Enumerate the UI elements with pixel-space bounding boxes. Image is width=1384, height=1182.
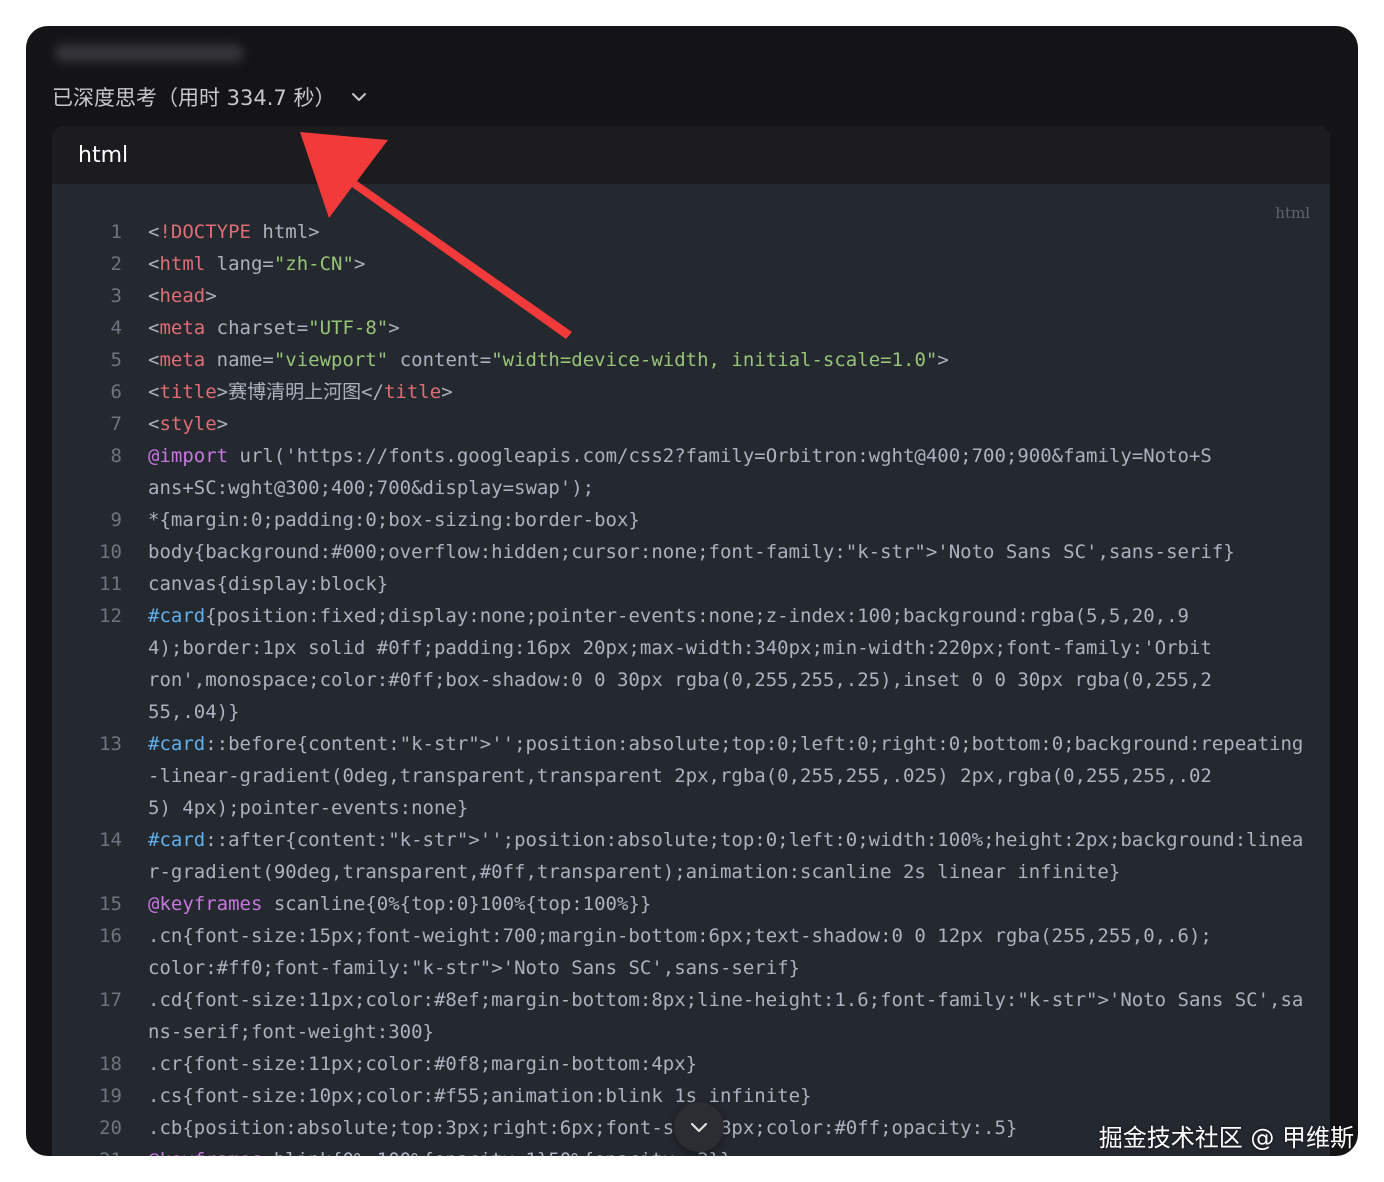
code-body[interactable]: 1 <!DOCTYPE html> 2 <html lang="zh-CN"> 3 <he… xyxy=(52,216,1330,1156)
code-line: 7 <style> xyxy=(52,408,1330,440)
code-line: 10 body{background:#000;overflow:hidden;c… xyxy=(52,536,1330,568)
code-text: ron',monospace;color:#0ff;box-shadow:0 0… xyxy=(148,669,1212,691)
line-number: 18 xyxy=(99,1053,122,1075)
code-text: 5) 4px);pointer-events:none} xyxy=(148,797,469,819)
code-line: ans+SC:wght@300;400;700&display=swap'); xyxy=(52,472,1330,504)
code-line: 3 <head> xyxy=(52,280,1330,312)
code-block-header: html xyxy=(52,126,1330,184)
code-text: <style> xyxy=(148,413,229,435)
blurred-title xyxy=(54,44,244,62)
code-line: 1 <!DOCTYPE html> xyxy=(52,216,1330,248)
code-line: 11 canvas{display:block} xyxy=(52,568,1330,600)
code-text: #card::before{content:"k-str">'';positio… xyxy=(148,733,1304,755)
code-line: 4 <meta charset="UTF-8"> xyxy=(52,312,1330,344)
code-text: .cn{font-size:15px;font-weight:700;margi… xyxy=(148,925,1212,947)
code-line: 13 #card::before{content:"k-str">'';posit… xyxy=(52,728,1330,760)
line-number xyxy=(52,1016,148,1048)
line-number: 8 xyxy=(110,445,122,467)
line-number: 12 xyxy=(99,605,122,627)
line-number: 3 xyxy=(110,285,122,307)
code-text: color:#ff0;font-family:"k-str">'Noto San… xyxy=(148,957,801,979)
code-line: 12 #card{position:fixed;display:none;poin… xyxy=(52,600,1330,632)
line-number: 20 xyxy=(99,1117,122,1139)
line-number xyxy=(52,856,148,888)
code-text: #card::after{content:"k-str">'';position… xyxy=(148,829,1304,851)
line-number: 10 xyxy=(99,541,122,563)
line-number: 19 xyxy=(99,1085,122,1107)
code-line: 55,.04)} xyxy=(52,696,1330,728)
code-line: color:#ff0;font-family:"k-str">'Noto San… xyxy=(52,952,1330,984)
line-number xyxy=(52,952,148,984)
line-number: 9 xyxy=(110,509,122,531)
code-line: 14 #card::after{content:"k-str">'';positi… xyxy=(52,824,1330,856)
code-text: .cr{font-size:11px;color:#0f8;margin-bot… xyxy=(148,1053,698,1075)
line-number: 15 xyxy=(99,893,122,915)
line-number xyxy=(52,632,148,664)
line-number: 16 xyxy=(99,925,122,947)
line-number: 2 xyxy=(110,253,122,275)
code-text: <html lang="zh-CN"> xyxy=(148,253,366,275)
line-number: 13 xyxy=(99,733,122,755)
code-text: <meta charset="UTF-8"> xyxy=(148,317,400,339)
code-text: <!DOCTYPE html> xyxy=(148,221,320,243)
code-line: r-gradient(90deg,transparent,#0ff,transp… xyxy=(52,856,1330,888)
code-text: #card{position:fixed;display:none;pointe… xyxy=(148,605,1189,627)
chevron-down-icon xyxy=(352,93,367,101)
line-number xyxy=(52,760,148,792)
code-text: @import url('https://fonts.googleapis.co… xyxy=(148,445,1212,467)
code-text: .cd{font-size:11px;color:#8ef;margin-bot… xyxy=(148,989,1304,1011)
code-text: canvas{display:block} xyxy=(148,573,389,595)
line-number xyxy=(52,696,148,728)
line-number xyxy=(52,664,148,696)
line-number: 6 xyxy=(110,381,122,403)
line-number xyxy=(52,792,148,824)
line-number: 17 xyxy=(99,989,122,1011)
code-text: body{background:#000;overflow:hidden;cur… xyxy=(148,541,1235,563)
chevron-down-icon xyxy=(690,1122,708,1133)
code-text: <title>赛博清明上河图</title> xyxy=(148,381,453,403)
line-number: 7 xyxy=(110,413,122,435)
code-text: -linear-gradient(0deg,transparent,transp… xyxy=(148,765,1212,787)
code-text: ans+SC:wght@300;400;700&display=swap'); xyxy=(148,477,595,499)
code-line: 2 <html lang="zh-CN"> xyxy=(52,248,1330,280)
code-text: r-gradient(90deg,transparent,#0ff,transp… xyxy=(148,861,1121,883)
code-text: ns-serif;font-weight:300} xyxy=(148,1021,434,1043)
code-line: 18 .cr{font-size:11px;color:#0f8;margin-b… xyxy=(52,1048,1330,1080)
code-text: 4);border:1px solid #0ff;padding:16px 20… xyxy=(148,637,1212,659)
code-text: @keyframes scanline{0%{top:0}100%{top:10… xyxy=(148,893,652,915)
scroll-down-button[interactable] xyxy=(674,1102,724,1152)
code-line: 17 .cd{font-size:11px;color:#8ef;margin-b… xyxy=(52,984,1330,1016)
code-line: ns-serif;font-weight:300} xyxy=(52,1016,1330,1048)
code-text: <meta name="viewport" content="width=dev… xyxy=(148,349,949,371)
line-number: 14 xyxy=(99,829,122,851)
code-block: html html 1 <!DOCTYPE html> 2 <html lang="z… xyxy=(52,126,1330,1156)
code-line: 16 .cn{font-size:15px;font-weight:700;mar… xyxy=(52,920,1330,952)
line-number: 21 xyxy=(52,1144,148,1156)
watermark: 掘金技术社区 @ 甲维斯 xyxy=(1098,1124,1354,1152)
line-number: 5 xyxy=(110,349,122,371)
code-text: .cs{font-size:10px;color:#f55;animation:… xyxy=(148,1085,812,1107)
thinking-toggle[interactable]: 已深度思考（用时 334.7 秒） xyxy=(52,82,369,112)
code-line: 8 @import url('https://fonts.googleapis.c… xyxy=(52,440,1330,472)
code-text: 55,.04)} xyxy=(148,701,240,723)
line-number: 1 xyxy=(110,221,122,243)
code-text: *{margin:0;padding:0;box-sizing:border-b… xyxy=(148,509,640,531)
code-line: 9 *{margin:0;padding:0;box-sizing:border-… xyxy=(52,504,1330,536)
code-line: ron',monospace;color:#0ff;box-shadow:0 0… xyxy=(52,664,1330,696)
code-line: -linear-gradient(0deg,transparent,transp… xyxy=(52,760,1330,792)
code-line: 4);border:1px solid #0ff;padding:16px 20… xyxy=(52,632,1330,664)
code-line: 6 <title>赛博清明上河图</title> xyxy=(52,376,1330,408)
chat-window: 已深度思考（用时 334.7 秒） html html 1 <!DOCTYPE h… xyxy=(26,26,1358,1156)
line-number: 4 xyxy=(110,317,122,339)
code-language-title: html xyxy=(78,142,129,168)
code-line: 5) 4px);pointer-events:none} xyxy=(52,792,1330,824)
line-number xyxy=(52,472,148,504)
code-line: 15 @keyframes scanline{0%{top:0}100%{top:… xyxy=(52,888,1330,920)
code-text: <head> xyxy=(148,285,217,307)
thinking-label: 已深度思考（用时 334.7 秒） xyxy=(52,86,336,110)
code-line: 5 <meta name="viewport" content="width=de… xyxy=(52,344,1330,376)
line-number: 11 xyxy=(99,573,122,595)
